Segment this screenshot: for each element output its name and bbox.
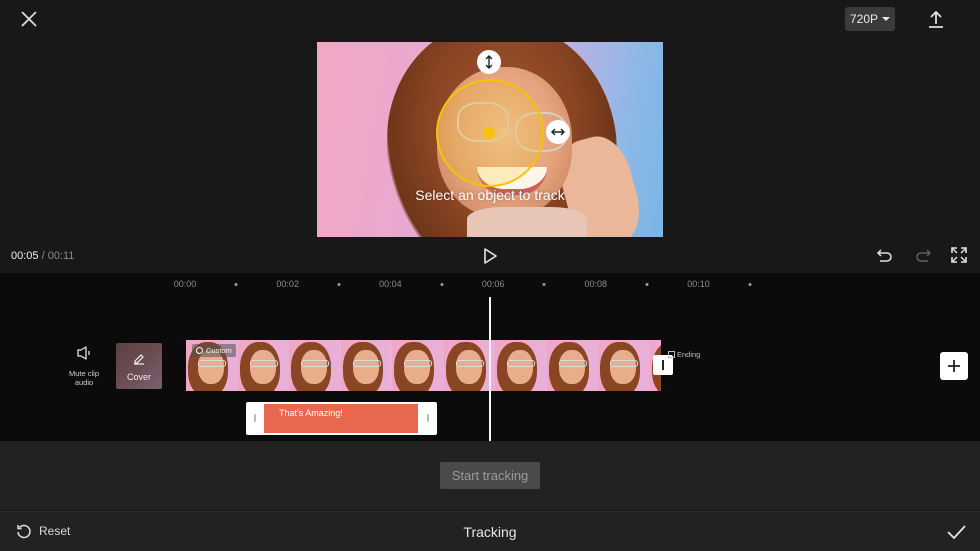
ruler-tick-label: 00:10 [687,279,710,289]
video-editor: 720P Select an object to track 00:05 / 0… [0,0,980,551]
mute-label-line1: Mute clip [68,369,99,378]
text-clip-right-handle[interactable] [427,414,429,422]
play-icon [484,248,497,264]
panel-title: Tracking [463,524,517,540]
time-separator: / [38,250,48,262]
text-clip[interactable]: That's Amazing! [246,402,437,435]
ruler-tick-dot [645,283,649,286]
resolution-value: 720P [849,12,879,26]
preview-subject-shirt [467,207,587,237]
vertical-arrows-icon [485,55,493,69]
ruler-tick-label: 00:08 [584,279,608,289]
resize-vertical-handle[interactable] [477,50,501,74]
thumbnail-detail [404,360,432,367]
start-tracking-button[interactable]: Start tracking [440,462,540,489]
video-clip-filmstrip[interactable] [186,340,661,391]
thumbnail-detail [301,350,327,384]
thumbnail-detail [610,350,636,384]
undo-icon [876,249,892,262]
clip-frame-thumbnail [546,340,598,391]
ruler-tick-dot [234,283,238,286]
thumbnail-detail [404,350,430,384]
ruler-tick-label: 00:04 [379,279,402,289]
horizontal-arrows-icon [551,128,565,136]
undo-button[interactable] [876,247,894,265]
confirm-button[interactable] [945,522,967,542]
ruler-tick-label: 00:06 [481,279,505,289]
speaker-icon [77,346,90,360]
clip-frame-thumbnail [237,340,289,391]
thumbnail-detail [352,360,381,367]
tracking-hint: Select an object to track [415,187,565,203]
play-button[interactable] [481,247,499,265]
caret-down-icon [882,17,891,21]
clip-frame-thumbnail [289,340,341,391]
close-icon [21,11,37,27]
check-icon [947,525,966,540]
clip-frame-thumbnail [392,340,444,391]
ruler-tick-dot [542,283,546,286]
timeline[interactable]: 00:00 00:02 00:04 00:06 00:08 00:10 Mute clip… [0,273,980,441]
ending-label: Ending [677,350,701,359]
text-clip-body: That's Amazing! [264,404,418,433]
thumbnail-detail [249,360,278,367]
mute-label-line2: audio [74,378,94,387]
thumbnail-detail [198,360,226,367]
trim-grip-icon [662,360,664,370]
resolution-dropdown[interactable]: 720P [845,7,895,31]
clip-frame-thumbnail [598,340,650,391]
redo-button[interactable] [914,247,932,265]
tracking-action-bar: Start tracking [0,441,980,510]
time-display: 00:05 / 00:11 [11,250,74,262]
text-clip-label: That's Amazing! [279,408,343,418]
video-preview[interactable]: Select an object to track [317,42,663,237]
thumbnail-detail [455,350,482,384]
cover-label: Cover [126,372,151,382]
total-time: 00:11 [47,250,75,262]
add-clip-button[interactable] [940,352,968,380]
thumbnail-detail [558,360,587,367]
mute-clip-audio-button[interactable]: Mute clip audio [62,346,106,387]
clip-frame-thumbnail [340,340,392,391]
close-button[interactable] [18,8,40,30]
custom-tag[interactable]: Custom [192,344,236,357]
tracking-center-dot[interactable] [483,127,495,139]
plus-icon [948,360,960,372]
clip-frame-thumbnail [495,340,547,391]
upload-icon [929,10,943,28]
fullscreen-icon [951,247,967,263]
thumbnail-detail [249,350,276,384]
ending-square-icon [668,351,675,358]
text-clip-left-handle[interactable] [254,414,256,422]
cover-button[interactable]: Cover [116,343,162,389]
bottom-bar: Reset Tracking [0,511,980,551]
thumbnail-detail [558,350,585,384]
ruler-tick-dot [337,283,341,286]
edit-pencil-icon [134,354,144,365]
thumbnail-detail [507,360,535,367]
clip-frame-thumbnail [443,340,495,391]
playhead[interactable] [489,297,491,441]
ruler-tick-label: 00:00 [173,279,197,289]
thumbnail-detail [301,360,329,367]
ruler-tick-dot [440,283,444,286]
export-button[interactable] [926,8,946,30]
redo-icon [916,249,932,262]
custom-check-icon [196,347,203,354]
ending-button[interactable]: Ending [668,350,700,359]
ruler-tick-dot [748,283,752,286]
thumbnail-detail [352,350,379,384]
fullscreen-button[interactable] [951,247,967,263]
current-time: 00:05 [11,250,39,262]
thumbnail-detail [455,360,484,367]
resize-horizontal-handle[interactable] [546,120,570,144]
thumbnail-detail [610,360,638,367]
thumbnail-detail [507,350,533,384]
ruler-tick-label: 00:02 [276,279,299,289]
custom-tag-label: Custom [206,346,232,355]
